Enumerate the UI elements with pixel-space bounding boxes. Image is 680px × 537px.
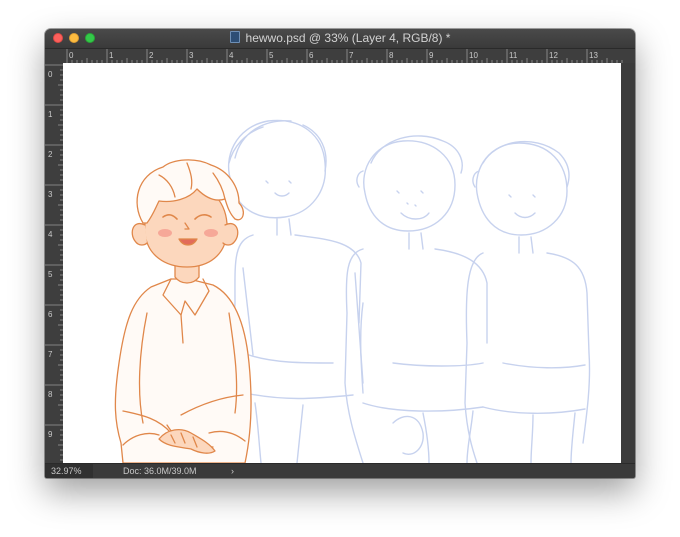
ruler-top-label: 5 <box>269 51 274 60</box>
status-bar: 32.97% Doc: 36.0M/39.0M › <box>45 463 635 478</box>
document-window: hewwo.psd @ 33% (Layer 4, RGB/8) * 01234… <box>45 29 635 478</box>
ruler-top-label: 7 <box>349 51 354 60</box>
vertical-ruler[interactable]: 0 1 2 3 4 5 6 7 8 9 <box>45 63 64 463</box>
ruler-top-label: 11 <box>509 51 518 60</box>
ruler-left-label: 3 <box>48 190 53 199</box>
ruler-top-label: 1 <box>109 51 114 60</box>
vertical-scroll-track[interactable] <box>621 63 635 463</box>
sketch-figures <box>227 119 591 463</box>
ruler-top-label: 12 <box>549 51 558 60</box>
left-ear <box>131 222 148 246</box>
sketch-figure-3 <box>464 140 591 463</box>
horizontal-ruler[interactable]: 0 1 2 3 4 5 6 7 8 9 10 11 12 13 <box>63 49 635 64</box>
ruler-top-label: 13 <box>589 51 598 60</box>
ruler-origin[interactable] <box>45 49 64 64</box>
ruler-left-label: 1 <box>48 110 53 119</box>
ruler-left-label: 9 <box>48 430 53 439</box>
ruler-left-label: 2 <box>48 150 53 159</box>
ruler-left-label: 6 <box>48 310 53 319</box>
ruler-top-label: 6 <box>309 51 314 60</box>
ruler-top-label: 8 <box>389 51 394 60</box>
ruler-left-label: 8 <box>48 390 53 399</box>
ruler-top-label: 0 <box>69 51 74 60</box>
artwork <box>114 119 591 463</box>
canvas[interactable] <box>63 63 621 463</box>
ruler-top-label: 4 <box>229 51 234 60</box>
ruler-top-label: 2 <box>149 51 154 60</box>
left-blush <box>158 229 172 237</box>
status-menu-arrow[interactable]: › <box>231 464 234 478</box>
ruler-top-label: 9 <box>429 51 434 60</box>
ruler-left-label: 0 <box>48 70 53 79</box>
horizontal-ruler-ticks: 0 1 2 3 4 5 6 7 8 9 10 11 12 13 <box>66 49 623 63</box>
colored-character <box>114 159 252 463</box>
right-ear <box>222 222 239 246</box>
psd-file-icon <box>229 31 240 43</box>
ruler-left-label: 5 <box>48 270 53 279</box>
ruler-left-label: 4 <box>48 230 53 239</box>
ruler-left-label: 7 <box>48 350 53 359</box>
window-title-container: hewwo.psd @ 33% (Layer 4, RGB/8) * <box>45 29 635 48</box>
zoom-level[interactable]: 32.97% <box>45 464 93 478</box>
ruler-top-label: 3 <box>189 51 194 60</box>
document-size-info: Doc: 36.0M/39.0M <box>123 466 197 476</box>
title-bar[interactable]: hewwo.psd @ 33% (Layer 4, RGB/8) * <box>45 29 635 49</box>
vertical-ruler-ticks: 0 1 2 3 4 5 6 7 8 9 <box>45 64 63 461</box>
right-blush <box>204 229 218 237</box>
window-title: hewwo.psd @ 33% (Layer 4, RGB/8) * <box>245 31 451 45</box>
ruler-top-label: 10 <box>469 51 478 60</box>
